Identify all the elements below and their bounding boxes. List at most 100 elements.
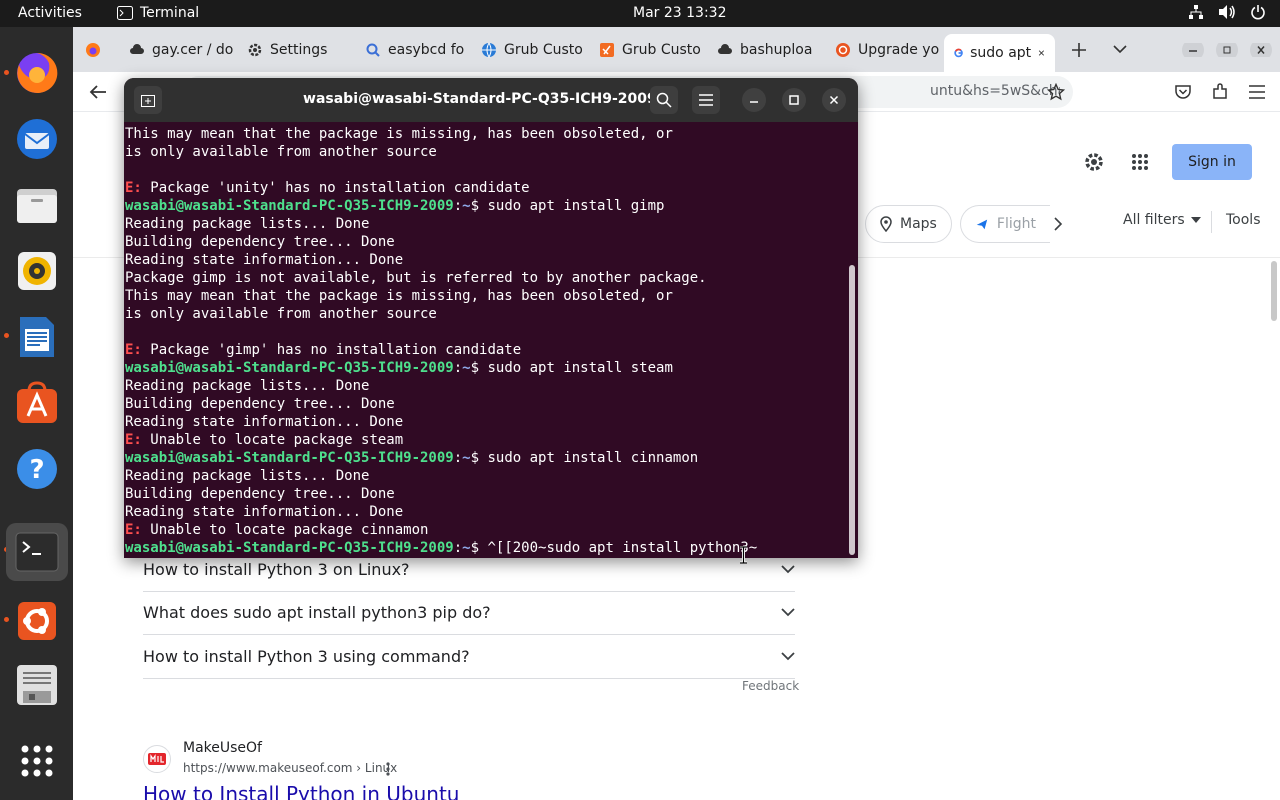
terminal-line: Building dependency tree... Done [125, 486, 395, 502]
tab-label: sudo apt [970, 45, 1032, 61]
chevron-right-icon[interactable] [1053, 217, 1063, 231]
dock-writer[interactable] [13, 313, 61, 361]
minimize-icon [742, 88, 766, 112]
site-favicon[interactable] [143, 745, 171, 773]
chip-maps[interactable]: Maps [865, 205, 952, 243]
terminal-line: Reading package lists... Done [125, 216, 370, 232]
show-apps-button[interactable] [13, 737, 61, 785]
terminal-minimize-button[interactable] [740, 86, 768, 114]
firefox-view-button[interactable] [85, 36, 115, 64]
system-tray[interactable] [1188, 4, 1266, 20]
more-options-icon[interactable] [386, 762, 390, 776]
close-window-icon[interactable] [1247, 43, 1275, 57]
tab-label: gay.cer / do [152, 42, 234, 58]
dock-ubuntu-app[interactable] [13, 597, 61, 645]
tools-button[interactable]: Tools [1226, 212, 1261, 228]
feedback-link[interactable]: Feedback [742, 679, 799, 693]
dock-disks[interactable] [13, 661, 61, 709]
faq-item[interactable]: How to install Python 3 using command? [143, 635, 795, 679]
page-scrollbar[interactable] [1271, 261, 1277, 321]
tab-7-active[interactable]: sudo apt [944, 34, 1055, 72]
new-tab-icon[interactable] [1071, 42, 1087, 58]
tab-6[interactable]: Upgrade yo [835, 36, 947, 64]
command-input[interactable]: ^[[200~sudo apt install python3~ [487, 540, 757, 556]
clock[interactable]: Mar 23 13:32 [633, 5, 726, 21]
app-name: Terminal [140, 5, 200, 21]
terminal-menu-button[interactable] [692, 86, 720, 114]
dock-thunderbird[interactable] [13, 115, 61, 163]
dock-files[interactable] [13, 181, 61, 229]
dock-help[interactable]: ? [13, 445, 61, 493]
bookmark-star-icon[interactable] [1047, 83, 1065, 101]
app-grid-icon [21, 745, 53, 777]
back-arrow-icon[interactable] [89, 84, 107, 100]
running-indicator [4, 70, 9, 75]
sourceforge-icon [600, 43, 614, 57]
faq-question: How to install Python 3 on Linux? [143, 560, 410, 579]
pocket-icon[interactable] [1174, 83, 1192, 101]
ubuntu-icon [18, 602, 56, 640]
dock-firefox[interactable] [13, 49, 61, 97]
result-site-name[interactable]: MakeUseOf [183, 740, 262, 756]
terminal-header-bar[interactable]: wasabi@wasabi-Standard-PC-Q35-ICH9-2009:… [124, 78, 858, 122]
sign-in-button[interactable]: Sign in [1172, 144, 1252, 180]
app-menu[interactable]: Terminal [117, 5, 199, 21]
faq-item[interactable]: What does sudo apt install python3 pip d… [143, 591, 795, 635]
terminal-icon [117, 6, 133, 20]
terminal-line: Building dependency tree... Done [125, 234, 395, 250]
result-url[interactable]: https://www.makeuseof.com › Linux [183, 761, 397, 775]
folder-icon [17, 189, 57, 223]
terminal-scrollbar[interactable] [849, 265, 855, 555]
firefox-icon [86, 43, 100, 57]
caret-down-icon [1190, 217, 1201, 223]
disk-icon [17, 665, 57, 705]
tab-3[interactable]: Grub Custo [481, 36, 593, 64]
terminal-maximize-button[interactable] [780, 86, 808, 114]
error-message: Unable to locate package cinnamon [150, 522, 429, 538]
map-pin-icon [880, 216, 892, 232]
prompt-separator: : [453, 198, 463, 214]
tab-4[interactable]: Grub Custo [599, 36, 711, 64]
tab-5[interactable]: bashuploa [717, 36, 829, 64]
app-store-icon [17, 381, 57, 423]
terminal-prompt-line: wasabi@wasabi-Standard-PC-Q35-ICH9-2009:… [125, 359, 850, 377]
close-icon[interactable] [1038, 47, 1045, 59]
all-filters-button[interactable]: All filters [1123, 212, 1201, 228]
tab-label: bashuploa [740, 42, 813, 58]
hamburger-menu-icon [699, 94, 713, 106]
globe-icon [482, 42, 496, 58]
google-apps-icon[interactable] [1131, 153, 1149, 171]
tab-2[interactable]: easybcd fo [365, 36, 477, 64]
terminal-window[interactable]: wasabi@wasabi-Standard-PC-Q35-ICH9-2009:… [124, 78, 858, 558]
minimize-icon[interactable] [1179, 43, 1207, 57]
tab-0[interactable]: gay.cer / do [129, 36, 247, 64]
prompt-path: ~ [462, 450, 471, 466]
terminal-close-button[interactable] [820, 86, 848, 114]
search-icon [366, 43, 380, 57]
ubuntu-icon [836, 43, 850, 57]
chevron-down-icon[interactable] [1113, 44, 1127, 54]
restore-icon[interactable] [1213, 43, 1241, 57]
dock-terminal[interactable] [6, 523, 68, 581]
activities-button[interactable]: Activities [18, 5, 82, 21]
chevron-down-icon [781, 565, 795, 574]
result-title-link[interactable]: How to Install Python in Ubuntu [143, 782, 459, 800]
prompt-separator: : [453, 360, 463, 376]
extensions-icon[interactable] [1211, 83, 1229, 101]
url-text[interactable]: untu&hs=5wS&channel=fs [930, 83, 1060, 99]
dock-software[interactable] [13, 379, 61, 427]
hamburger-menu-icon[interactable] [1248, 84, 1266, 100]
prompt-user: wasabi@wasabi-Standard-PC-Q35-ICH9-2009 [125, 450, 454, 466]
terminal-search-button[interactable] [650, 86, 678, 114]
maximize-icon [782, 88, 806, 112]
terminal-line: Reading package lists... Done [125, 378, 370, 394]
chip-flights[interactable]: Flight [960, 205, 1050, 243]
tab-1[interactable]: Settings [247, 36, 355, 64]
dock-rhythmbox[interactable] [13, 247, 61, 295]
document-icon [20, 317, 54, 357]
terminal-output[interactable]: This may mean that the package is missin… [124, 125, 850, 558]
google-icon [954, 48, 963, 58]
makeuseof-logo-icon [148, 753, 166, 765]
settings-gear-icon[interactable] [1083, 151, 1105, 173]
terminal-line: Reading state information... Done [125, 414, 404, 430]
